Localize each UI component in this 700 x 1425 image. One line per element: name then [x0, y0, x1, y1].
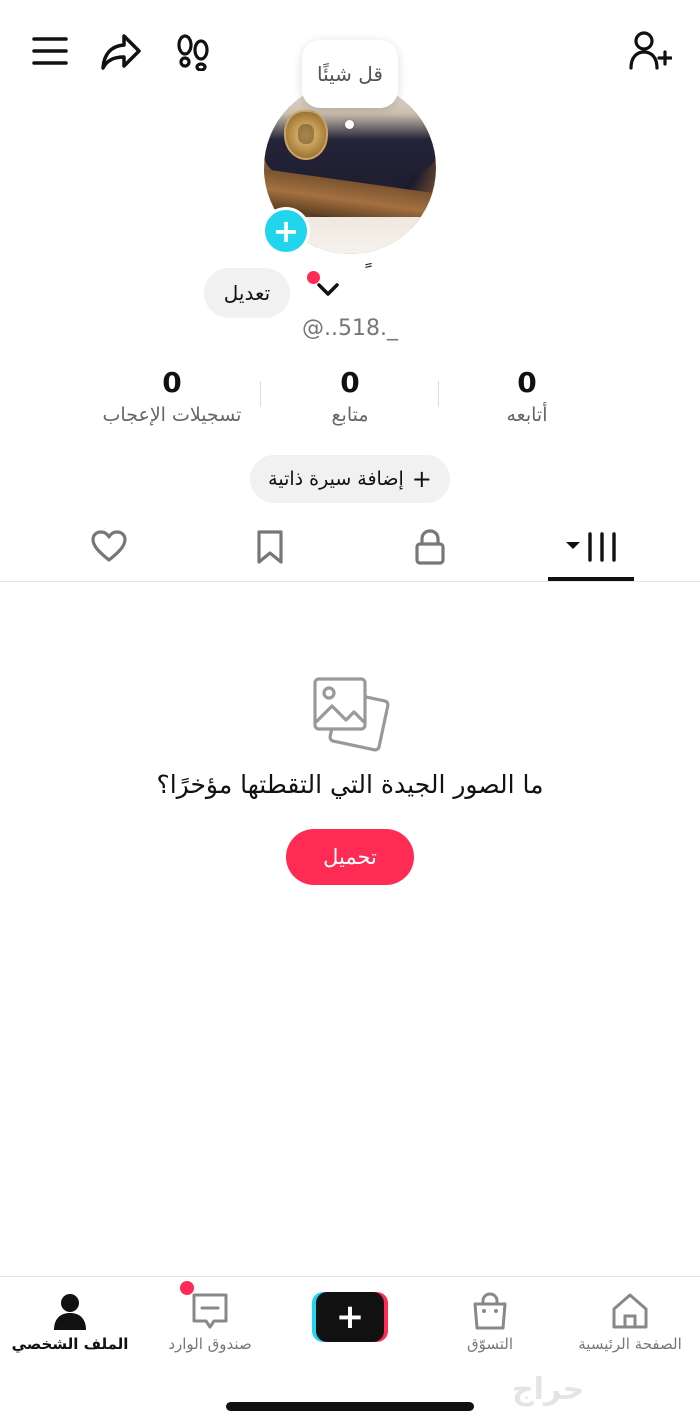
create-plus-icon: + — [335, 1297, 365, 1337]
nav-home[interactable]: الصفحة الرئيسية — [560, 1291, 700, 1353]
likes-label: تسجيلات الإعجاب — [102, 404, 242, 426]
footprints-icon[interactable] — [174, 33, 212, 71]
add-bio-label: إضافة سيرة ذاتية — [268, 468, 404, 490]
chevron-down-icon[interactable] — [316, 282, 340, 302]
tab-private[interactable] — [414, 528, 446, 566]
followers-count: 0 — [340, 366, 360, 399]
following-label: أتابعه — [506, 404, 548, 426]
stat-following[interactable]: 0 أتابعه — [467, 365, 587, 429]
emblem-badge — [284, 110, 328, 160]
empty-state-title: ما الصور الجيدة التي التقطتها مؤخرًا؟ — [156, 770, 544, 799]
haraj-watermark: حراج — [512, 1372, 585, 1407]
add-friend-icon[interactable] — [628, 30, 672, 72]
nav-shop[interactable]: التسوّق — [420, 1291, 560, 1353]
nav-inbox-label: صندوق الوارد — [168, 1335, 252, 1353]
nav-shop-label: التسوّق — [466, 1335, 514, 1353]
nav-home-label: الصفحة الرئيسية — [578, 1335, 682, 1353]
home-icon — [612, 1293, 648, 1329]
upload-button[interactable]: تحميل — [286, 829, 414, 885]
likes-count: 0 — [162, 366, 182, 399]
stat-divider — [260, 381, 261, 407]
photos-icon — [312, 676, 390, 752]
create-button[interactable]: + — [312, 1292, 388, 1342]
add-avatar-button[interactable]: + — [262, 207, 310, 255]
tab-liked[interactable] — [90, 529, 128, 563]
stat-likes[interactable]: 0 تسجيلات الإعجاب — [92, 365, 252, 429]
following-count: 0 — [517, 366, 537, 399]
nav-profile-label: الملف الشخصي — [11, 1335, 129, 1353]
say-something-bubble[interactable]: قل شيئًا — [302, 40, 398, 108]
add-bio-button[interactable]: + إضافة سيرة ذاتية — [250, 455, 450, 503]
nav-inbox[interactable]: صندوق الوارد — [140, 1291, 280, 1353]
bubble-pointer — [345, 120, 354, 129]
edit-profile-button[interactable]: تعديل — [204, 268, 290, 318]
tabs-divider — [0, 581, 700, 582]
bubble-text: قل شيئًا — [317, 62, 383, 86]
nav-profile[interactable]: الملف الشخصي — [0, 1291, 140, 1353]
stat-followers[interactable]: 0 متابع — [290, 365, 410, 429]
username-handle: @..518._ — [302, 316, 398, 341]
home-indicator — [226, 1402, 474, 1411]
followers-label: متابع — [331, 404, 369, 426]
menu-icon[interactable] — [32, 36, 68, 66]
stat-divider — [438, 381, 439, 407]
tab-videos[interactable] — [564, 530, 620, 564]
tab-favorites[interactable] — [256, 529, 284, 565]
shopping-bag-icon — [473, 1292, 507, 1330]
inbox-icon — [192, 1293, 228, 1329]
person-icon — [54, 1294, 86, 1330]
share-icon[interactable] — [100, 32, 142, 72]
plus-icon: + — [411, 465, 432, 493]
inbox-notification-dot — [180, 1281, 194, 1295]
